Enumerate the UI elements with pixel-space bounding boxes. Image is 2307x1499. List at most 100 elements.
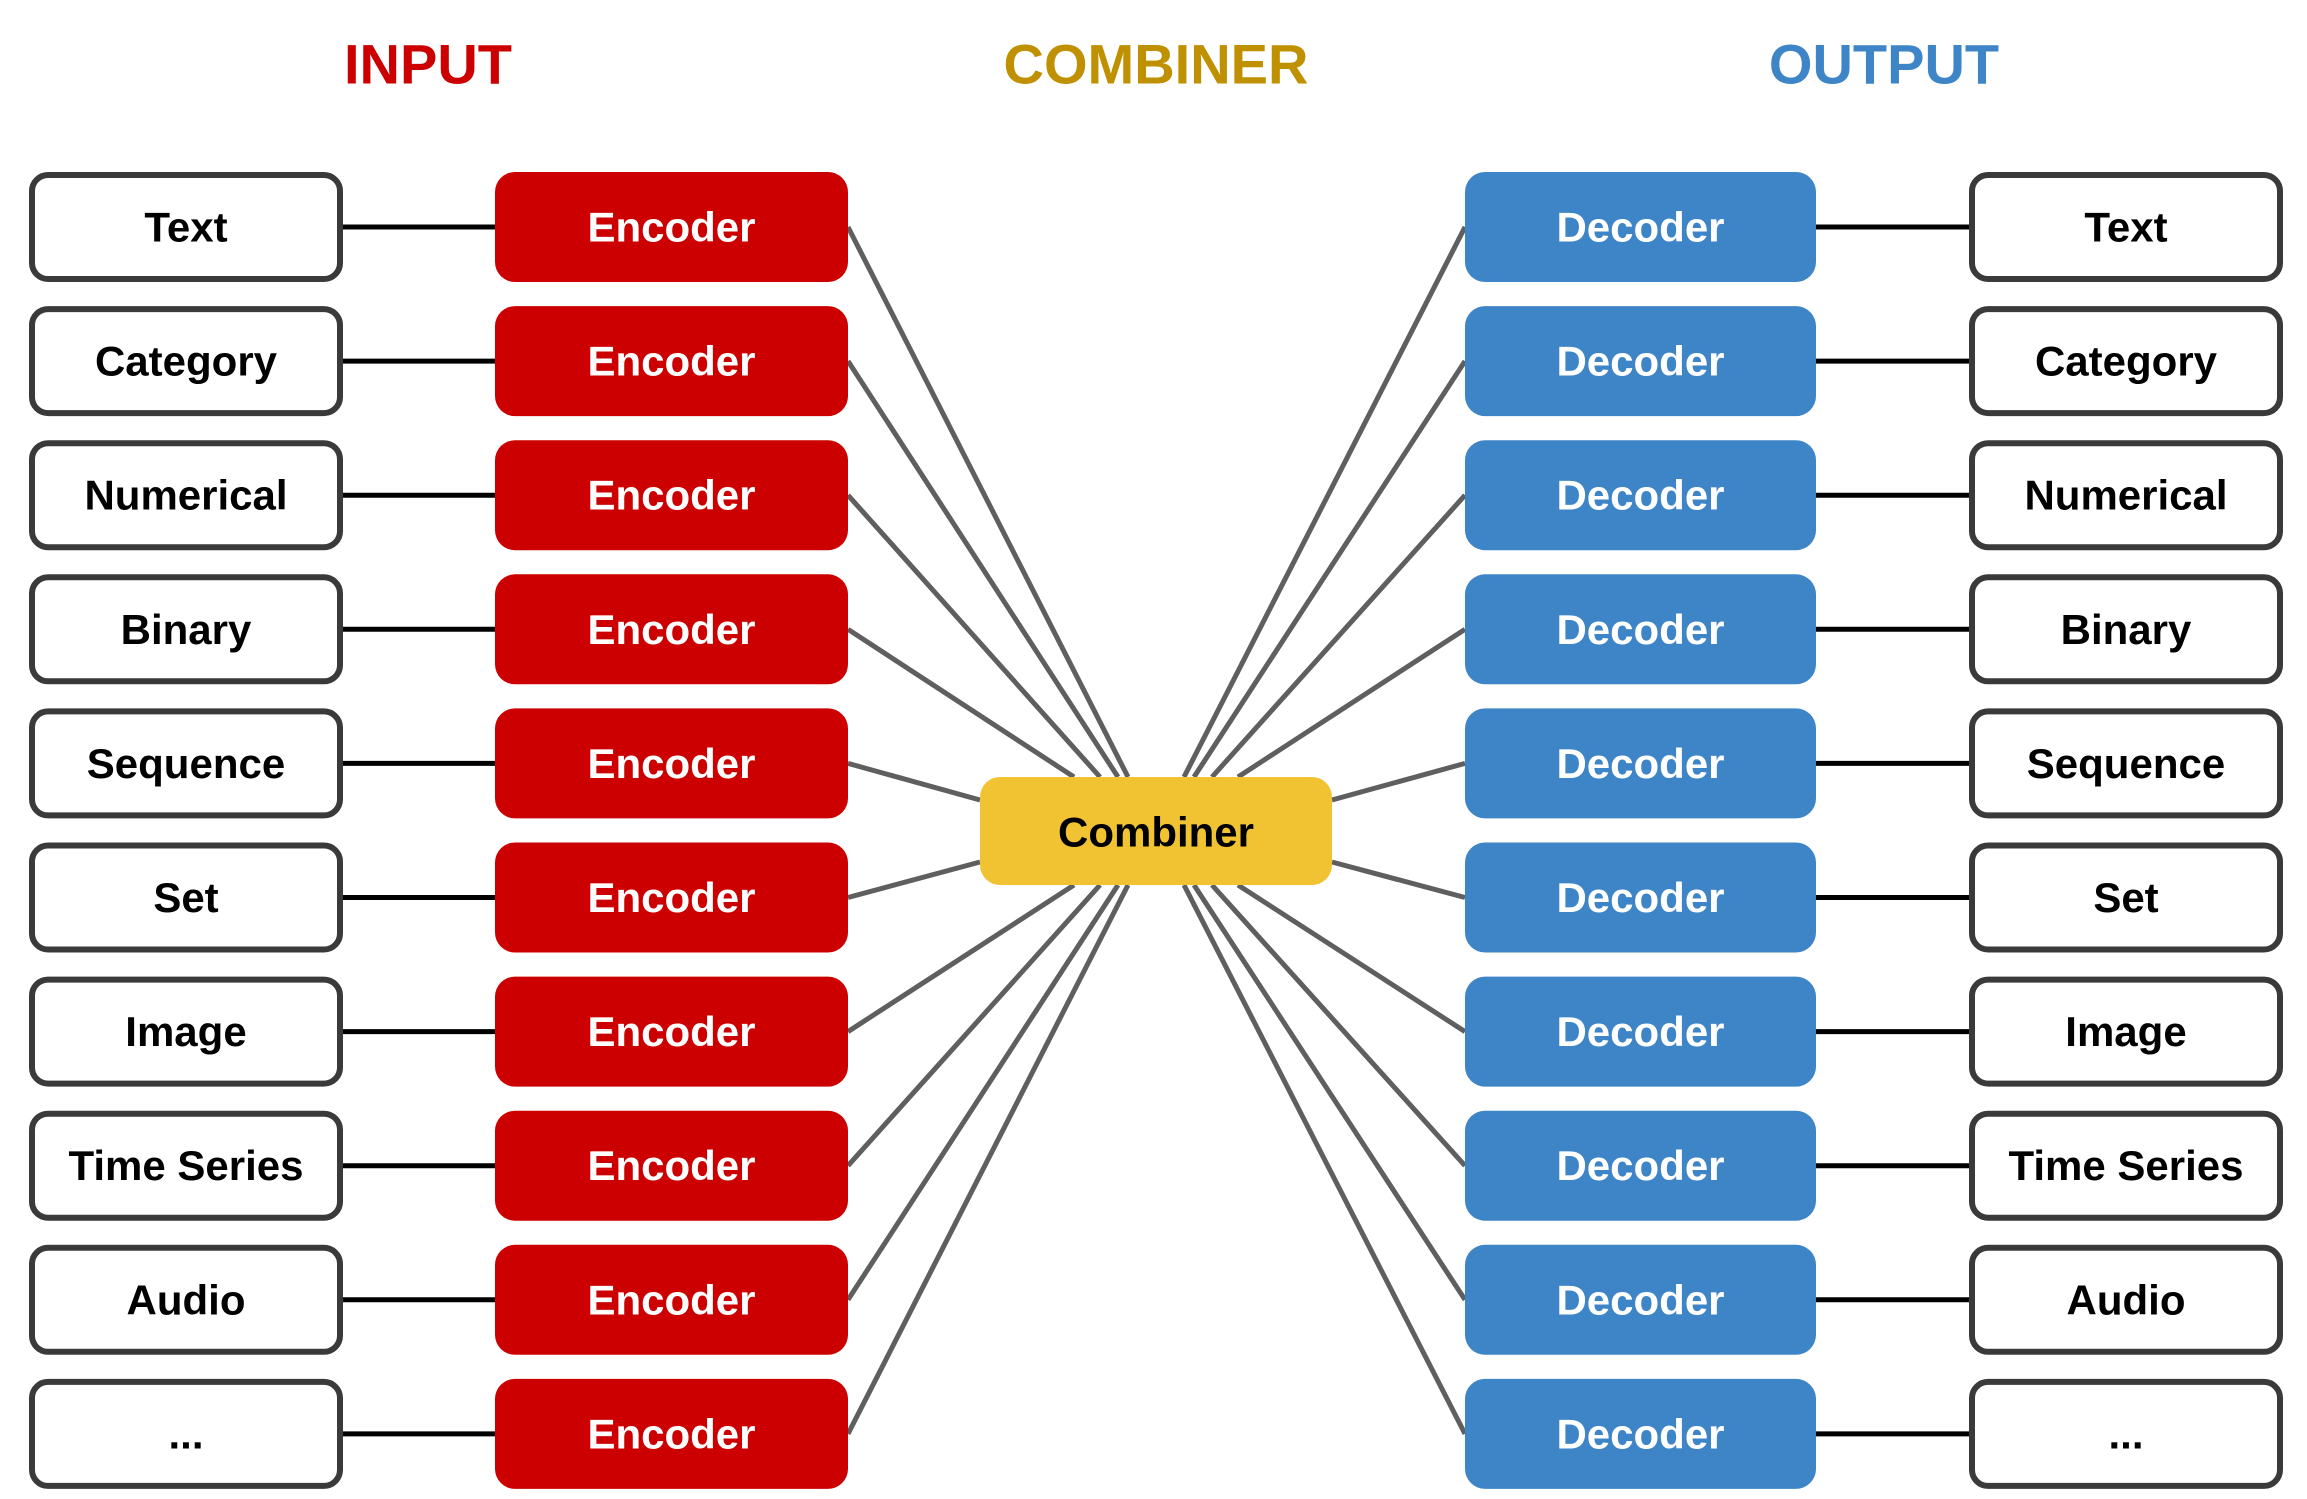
input-feature-label: ... [168,1410,203,1457]
input-feature[interactable]: Audio [29,1244,343,1355]
encoder-node[interactable]: Encoder [495,976,848,1087]
encoder-label: Encoder [587,1142,755,1189]
output-feature-label: Audio [2067,1276,2186,1323]
input-feature-label: Binary [121,606,252,653]
decoder-label: Decoder [1556,338,1724,385]
encoder-label: Encoder [587,740,755,787]
output-feature[interactable]: Time Series [1969,1110,2283,1221]
decoder-label: Decoder [1556,1008,1724,1055]
decoder-label: Decoder [1556,472,1724,519]
decoder-node[interactable]: Decoder [1465,306,1816,417]
encoder-label: Encoder [587,338,755,385]
decoder-label: Decoder [1556,1142,1724,1189]
input-section-title: INPUT [344,33,512,96]
output-feature[interactable]: Binary [1969,574,2283,685]
encoder-label: Encoder [587,1410,755,1457]
output-feature-label: Time Series [2008,1142,2243,1189]
combiner-decoder-link [1236,627,1467,780]
encoder-label: Encoder [587,204,755,251]
decoder-node[interactable]: Decoder [1465,1110,1816,1221]
encoder-label: Encoder [587,1008,755,1055]
encoder-node[interactable]: Encoder [495,842,848,953]
output-feature-label: Text [2084,204,2167,251]
decoder-node[interactable]: Decoder [1465,842,1816,953]
output-feature[interactable]: Text [1969,172,2283,282]
encoder-node[interactable]: Encoder [495,1244,848,1355]
output-feature-label: Binary [2061,606,2192,653]
input-feature-label: Numerical [84,472,287,519]
decoder-node[interactable]: Decoder [1465,708,1816,819]
combiner-decoder-link [1191,883,1468,1302]
encoder-label: Encoder [587,472,755,519]
combiner-decoder-link [1236,882,1467,1034]
decoder-node[interactable]: Decoder [1465,976,1816,1087]
encoder-node[interactable]: Encoder [495,574,848,685]
input-feature[interactable]: Numerical [29,440,343,551]
encoder-combiner-link [847,760,981,803]
decoder-node[interactable]: Decoder [1465,574,1816,685]
input-column: Text Category Numerical Binary Sequence Set Im… [29,172,343,1489]
encoder-combiner-link [846,493,1102,779]
output-feature-label: Numerical [2024,472,2227,519]
output-column: Text Category Numerical Binary Sequence Set Im… [1969,172,2283,1489]
decoder-label: Decoder [1556,1276,1724,1323]
input-feature[interactable]: ... [29,1378,343,1489]
output-feature[interactable]: Category [1969,306,2283,417]
encoder-node[interactable]: Encoder [495,440,848,551]
encoder-node[interactable]: Encoder [495,1378,848,1489]
encoder-combiner-link [845,225,1131,779]
ludwig-architecture-diagram: INPUT COMBINER OUTPUT Text Category Numeri… [29,33,2283,1489]
encoder-column: Encoder Encoder Encoder Encoder Encoder Encod… [495,172,848,1489]
output-feature[interactable]: Sequence [1969,708,2283,819]
encoder-node[interactable]: Encoder [495,1110,848,1221]
decoder-label: Decoder [1556,606,1724,653]
encoder-combiner-link [847,859,981,900]
input-feature-label: Audio [127,1276,246,1323]
decoder-node[interactable]: Decoder [1465,440,1816,551]
output-feature[interactable]: Set [1969,842,2283,953]
encoder-node[interactable]: Encoder [495,306,848,417]
output-feature[interactable]: Audio [1969,1244,2283,1355]
encoder-label: Encoder [587,606,755,653]
decoder-label: Decoder [1556,204,1724,251]
input-feature[interactable]: Binary [29,574,343,685]
encoder-label: Encoder [587,1276,755,1323]
input-feature-label: Set [153,874,218,921]
input-feature[interactable]: Category [29,306,343,417]
combiner-decoder-link [1181,883,1468,1436]
encoder-node[interactable]: Encoder [495,708,848,819]
output-feature-label: Image [2065,1008,2186,1055]
output-feature-label: ... [2108,1410,2143,1457]
output-feature[interactable]: Image [1969,976,2283,1087]
combiner-node[interactable]: Combiner [980,777,1332,885]
decoder-node[interactable]: Decoder [1465,1378,1816,1489]
input-feature-label: Sequence [87,740,285,787]
encoder-node[interactable]: Encoder [495,172,848,282]
combiner-label: Combiner [1058,809,1254,856]
combiner-decoder-link [1331,859,1466,900]
input-feature[interactable]: Image [29,976,343,1087]
encoder-combiner-link [846,882,1076,1034]
output-feature[interactable]: Numerical [1969,440,2283,551]
output-feature[interactable]: ... [1969,1378,2283,1489]
encoder-combiner-link [846,883,1102,1168]
decoder-label: Decoder [1556,740,1724,787]
input-feature[interactable]: Text [29,172,343,282]
output-section-title: OUTPUT [1769,33,1999,96]
decoder-node[interactable]: Decoder [1465,172,1816,282]
encoder-combiner-link [845,883,1131,1436]
decoder-label: Decoder [1556,874,1724,921]
encoder-combiner-link [846,627,1076,780]
input-feature-label: Time Series [68,1142,303,1189]
encoder-combiner-link [845,883,1121,1302]
input-feature-label: Category [95,338,278,385]
output-feature-label: Set [2093,874,2158,921]
decoder-column: Decoder Decoder Decoder Decoder Decoder Decod… [1465,172,1816,1489]
input-feature[interactable]: Time Series [29,1110,343,1221]
decoder-node[interactable]: Decoder [1465,1244,1816,1355]
combiner-decoder-link [1210,493,1467,779]
input-feature[interactable]: Sequence [29,708,343,819]
combiner-decoder-link [1181,225,1468,779]
decoder-label: Decoder [1556,1410,1724,1457]
input-feature[interactable]: Set [29,842,343,953]
